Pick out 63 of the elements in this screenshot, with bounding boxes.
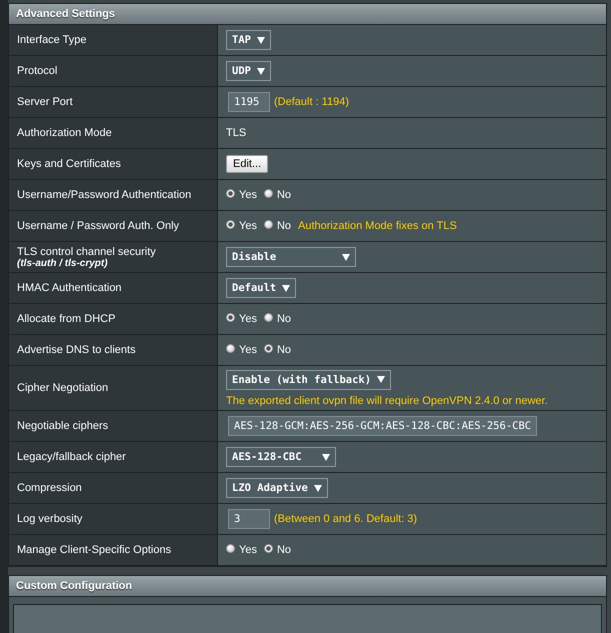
caret-icon	[256, 36, 265, 44]
section-header: Custom Configuration	[9, 576, 606, 597]
row-label: Compression	[9, 473, 218, 503]
dropdown[interactable]: TAP	[226, 30, 271, 50]
dropdown[interactable]: AES-128-CBC	[226, 447, 336, 467]
section-header: Advanced Settings	[9, 4, 606, 25]
hint-text: (Between 0 and 6. Default: 3)	[274, 513, 418, 525]
hint-text: Authorization Mode fixes on TLS	[298, 220, 457, 232]
radio-button[interactable]	[264, 313, 273, 322]
input-field[interactable]: AES-128-GCM:AES-256-GCM:AES-128-CBC:AES-256-CBC	[228, 416, 538, 436]
radio-button[interactable]	[226, 313, 235, 322]
dropdown[interactable]: Enable (with fallback)	[226, 370, 392, 390]
dropdown[interactable]: Disable	[226, 247, 356, 267]
row-label: Cipher Negotiation	[9, 366, 218, 410]
caret-icon	[314, 484, 322, 492]
edit-button[interactable]: Edit...	[226, 155, 268, 173]
caret-icon	[322, 454, 330, 460]
radio-button[interactable]	[226, 544, 235, 553]
radio-label[interactable]: No	[276, 189, 292, 201]
radio-button[interactable]	[226, 344, 235, 353]
caret-icon	[256, 68, 265, 74]
radio-button[interactable]	[264, 544, 273, 553]
row-label: Username/Password Authentication	[9, 180, 218, 210]
radio-label[interactable]: Yes	[239, 189, 257, 201]
row-label: Advertise DNS to clients	[9, 335, 218, 365]
config-textarea[interactable]	[13, 604, 602, 633]
row-label: Negotiable ciphers	[9, 411, 218, 441]
input-field[interactable]: 3	[228, 509, 270, 529]
row-label: Log verbosity	[9, 504, 218, 534]
radio-label[interactable]: Yes	[239, 313, 257, 325]
row-label: Server Port	[9, 87, 218, 117]
caret-icon	[342, 254, 350, 260]
radio-button[interactable]	[264, 344, 273, 353]
hint-text: (Default : 1194)	[274, 96, 350, 108]
value-text: TLS	[226, 127, 246, 139]
hint-text: The exported client ovpn file will require OpenVPN 2.4.0 or newer.	[226, 394, 549, 406]
row-label: Interface Type	[9, 25, 218, 55]
radio-label[interactable]: Yes	[239, 344, 257, 356]
row-label: HMAC Authentication	[9, 273, 218, 303]
row-label: Protocol	[9, 56, 218, 86]
input-field[interactable]: 1195	[228, 92, 270, 112]
row-label: Allocate from DHCP	[9, 304, 218, 334]
row-label: Manage Client-Specific Options	[9, 535, 218, 565]
row-label: Keys and Certificates	[9, 149, 218, 179]
radio-label[interactable]: Yes	[239, 220, 257, 232]
radio-label[interactable]: No	[276, 313, 292, 325]
caret-icon	[377, 376, 386, 383]
radio-label[interactable]: Yes	[239, 544, 257, 556]
radio-label[interactable]: No	[276, 344, 292, 356]
radio-button[interactable]	[264, 189, 273, 198]
row-label: TLS control channel security (tls-auth / tls-crypt)	[9, 242, 218, 272]
radio-label[interactable]: No	[276, 220, 292, 232]
radio-button[interactable]	[226, 220, 235, 229]
dropdown[interactable]: Default	[226, 278, 296, 298]
dropdown[interactable]: UDP	[226, 61, 271, 81]
radio-button[interactable]	[226, 189, 235, 198]
radio-button[interactable]	[264, 220, 273, 229]
dropdown[interactable]: LZO Adaptive	[226, 478, 328, 498]
row-label: Username / Password Auth. Only	[9, 211, 218, 241]
caret-icon	[282, 284, 290, 292]
row-label: Authorization Mode	[9, 118, 218, 148]
radio-label[interactable]: No	[276, 544, 292, 556]
row-label: Legacy/fallback cipher	[9, 442, 218, 472]
